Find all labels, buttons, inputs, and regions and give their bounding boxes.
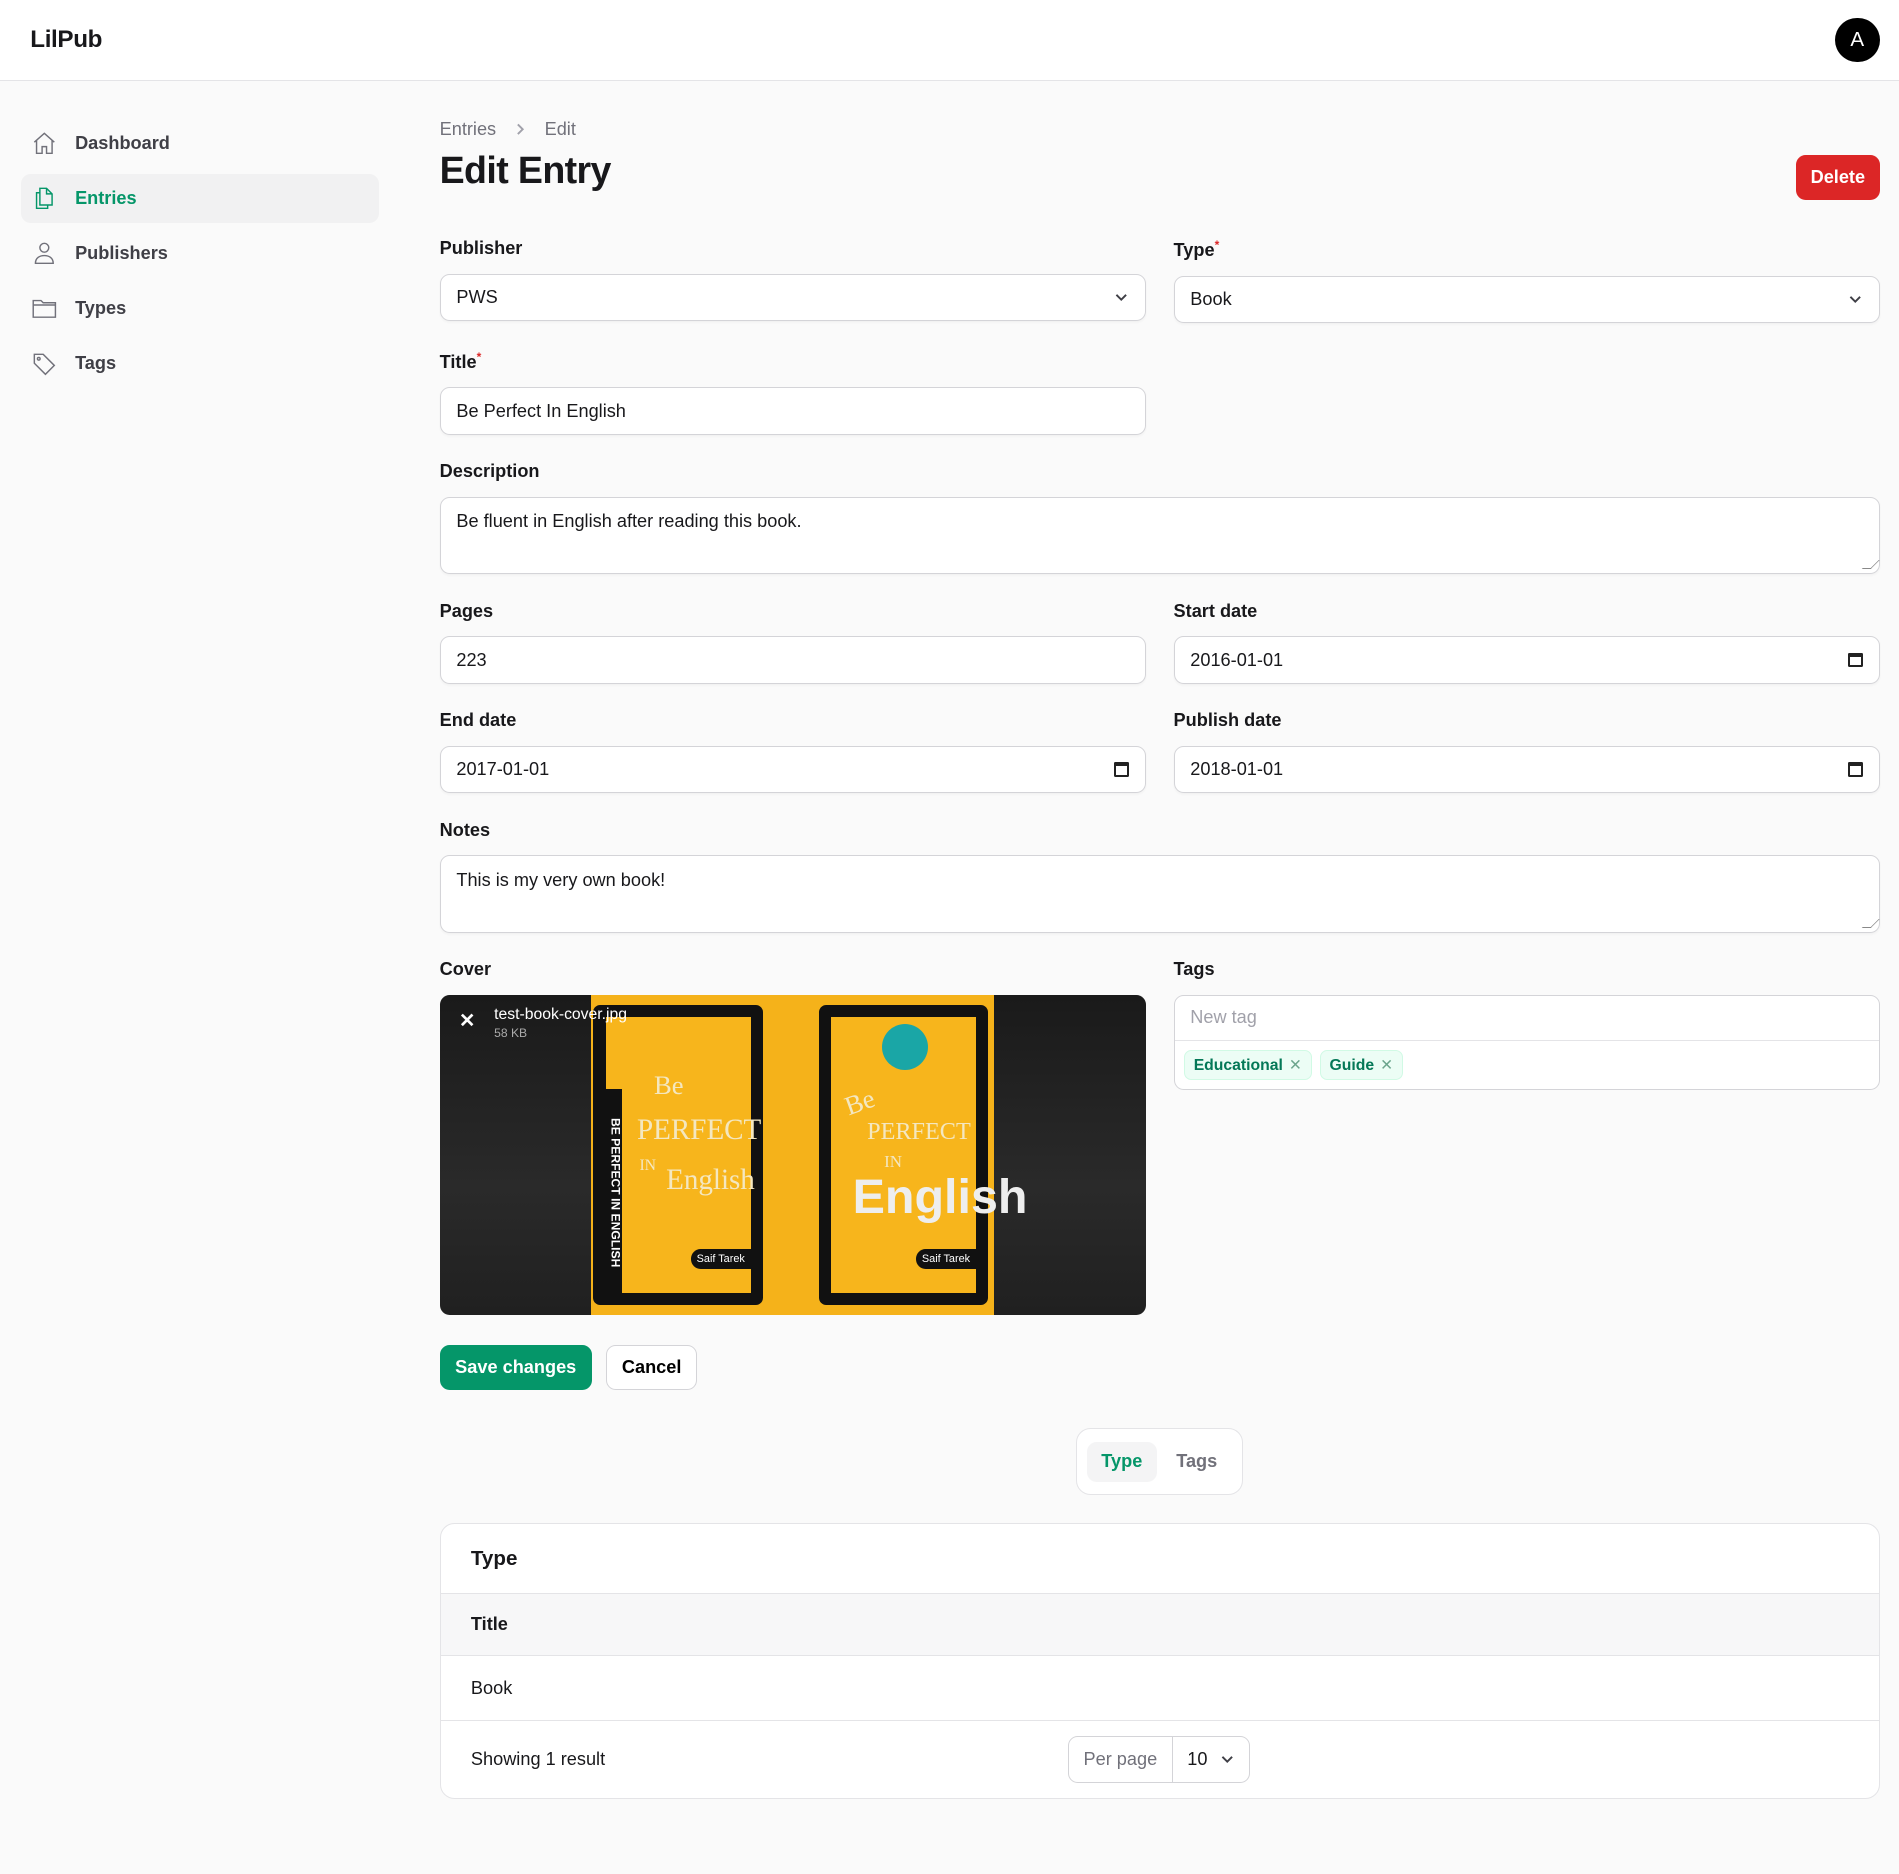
cover-label: Cover — [439, 959, 492, 980]
tags-label: Tags — [1173, 959, 1215, 980]
publish-date-input[interactable]: 2018-01-01 — [1173, 745, 1880, 794]
breadcrumb-entries[interactable]: Entries — [440, 119, 497, 140]
publisher-label: Publisher — [439, 238, 523, 259]
remove-tag-icon[interactable]: ✕ — [1380, 1057, 1393, 1074]
type-select[interactable]: Book — [1173, 275, 1880, 324]
avatar[interactable]: A — [1834, 17, 1880, 63]
breadcrumb: Entries Edit — [440, 119, 1880, 140]
publisher-value: PWS — [456, 287, 498, 308]
cover-upload-preview[interactable]: BE PERFECT IN ENGLISH Be PERFECT IN Engl… — [439, 994, 1146, 1315]
tab-tags[interactable]: Tags — [1162, 1442, 1232, 1482]
app-logo[interactable]: LilPub — [30, 26, 102, 54]
per-page-select[interactable]: Per page 10 — [1067, 1735, 1250, 1784]
publisher-select[interactable]: PWS — [439, 273, 1146, 322]
sidebar-item-label: Publishers — [75, 243, 168, 264]
publish-date-label: Publish date — [1173, 710, 1282, 731]
start-date-value: 2016-01-01 — [1190, 649, 1284, 670]
calendar-icon[interactable] — [1848, 652, 1863, 668]
relation-tabs: Type Tags — [1076, 1428, 1244, 1496]
sidebar-item-label: Tags — [75, 353, 117, 374]
publish-date-value: 2018-01-01 — [1190, 758, 1284, 779]
sidebar-item-types[interactable]: Types — [21, 284, 379, 334]
tag-icon — [34, 353, 56, 375]
file-size: 58 KB — [494, 1026, 528, 1041]
type-label: Type* — [1173, 238, 1220, 261]
end-date-label: End date — [439, 710, 517, 731]
pages-input[interactable]: 223 — [439, 636, 1146, 684]
delete-button[interactable]: Delete — [1796, 155, 1880, 200]
remove-file-icon[interactable]: ✕ — [459, 1009, 475, 1033]
title-input[interactable]: Be Perfect In English — [439, 387, 1146, 435]
cancel-button[interactable]: Cancel — [606, 1344, 697, 1390]
documents-icon — [36, 187, 54, 210]
title-label: Title* — [439, 349, 482, 372]
tags-input-box: New tag Educational ✕ Guide ✕ — [1173, 994, 1880, 1091]
chevron-down-icon — [1221, 1756, 1233, 1764]
type-value: Book — [1190, 289, 1232, 310]
end-date-value: 2017-01-01 — [456, 758, 550, 779]
type-relation-table: Type Title Book Showing 1 result Per pag… — [439, 1522, 1880, 1799]
start-date-input[interactable]: 2016-01-01 — [1173, 636, 1880, 684]
new-tag-input[interactable]: New tag — [1174, 996, 1879, 1041]
sidebar-item-label: Dashboard — [75, 133, 170, 153]
sidebar-item-label: Types — [75, 298, 127, 319]
tab-type[interactable]: Type — [1086, 1441, 1157, 1482]
results-summary: Showing 1 result — [470, 1748, 606, 1769]
table-heading: Type — [440, 1524, 1879, 1595]
table-row[interactable]: Book — [440, 1656, 1879, 1722]
sidebar-item-tags[interactable]: Tags — [21, 339, 379, 389]
column-header-title[interactable]: Title — [440, 1594, 1879, 1656]
chevron-down-icon — [1116, 294, 1128, 302]
per-page-label: Per page — [1069, 1736, 1173, 1783]
pages-label: Pages — [439, 600, 494, 621]
sidebar: Dashboard Entries Publishers Types Tags — [20, 119, 380, 394]
description-textarea[interactable]: Be fluent in English after reading this … — [439, 496, 1880, 575]
description-label: Description — [439, 461, 540, 482]
home-icon — [34, 132, 56, 155]
notes-textarea[interactable]: This is my very own book! — [439, 855, 1880, 933]
sidebar-item-dashboard[interactable]: Dashboard — [21, 119, 379, 169]
tag-chip: Guide ✕ — [1320, 1050, 1403, 1080]
cover-image: BE PERFECT IN ENGLISH Be PERFECT IN Engl… — [591, 994, 1028, 1315]
start-date-label: Start date — [1173, 600, 1258, 621]
save-changes-button[interactable]: Save changes — [439, 1344, 592, 1390]
sidebar-item-label: Entries — [75, 188, 137, 209]
user-icon — [35, 242, 55, 265]
folder-icon — [32, 300, 57, 319]
end-date-input[interactable]: 2017-01-01 — [439, 745, 1146, 794]
main-content: Entries Edit Edit Entry Delete Publisher… — [439, 119, 1880, 1799]
calendar-icon[interactable] — [1848, 762, 1863, 777]
per-page-value: 10 — [1187, 1748, 1208, 1769]
chevron-down-icon — [1850, 296, 1862, 304]
remove-tag-icon[interactable]: ✕ — [1289, 1057, 1302, 1074]
top-bar: LilPub A — [0, 0, 1899, 82]
sidebar-item-entries[interactable]: Entries — [20, 173, 380, 224]
calendar-icon[interactable] — [1114, 762, 1129, 777]
notes-label: Notes — [439, 819, 491, 840]
page-title: Edit Entry — [439, 149, 612, 192]
chevron-right-icon — [517, 123, 525, 135]
file-name: test-book-cover.jpg — [494, 1005, 628, 1023]
breadcrumb-edit: Edit — [544, 118, 576, 139]
tag-chip: Educational ✕ — [1184, 1050, 1312, 1080]
sidebar-item-publishers[interactable]: Publishers — [21, 229, 379, 279]
